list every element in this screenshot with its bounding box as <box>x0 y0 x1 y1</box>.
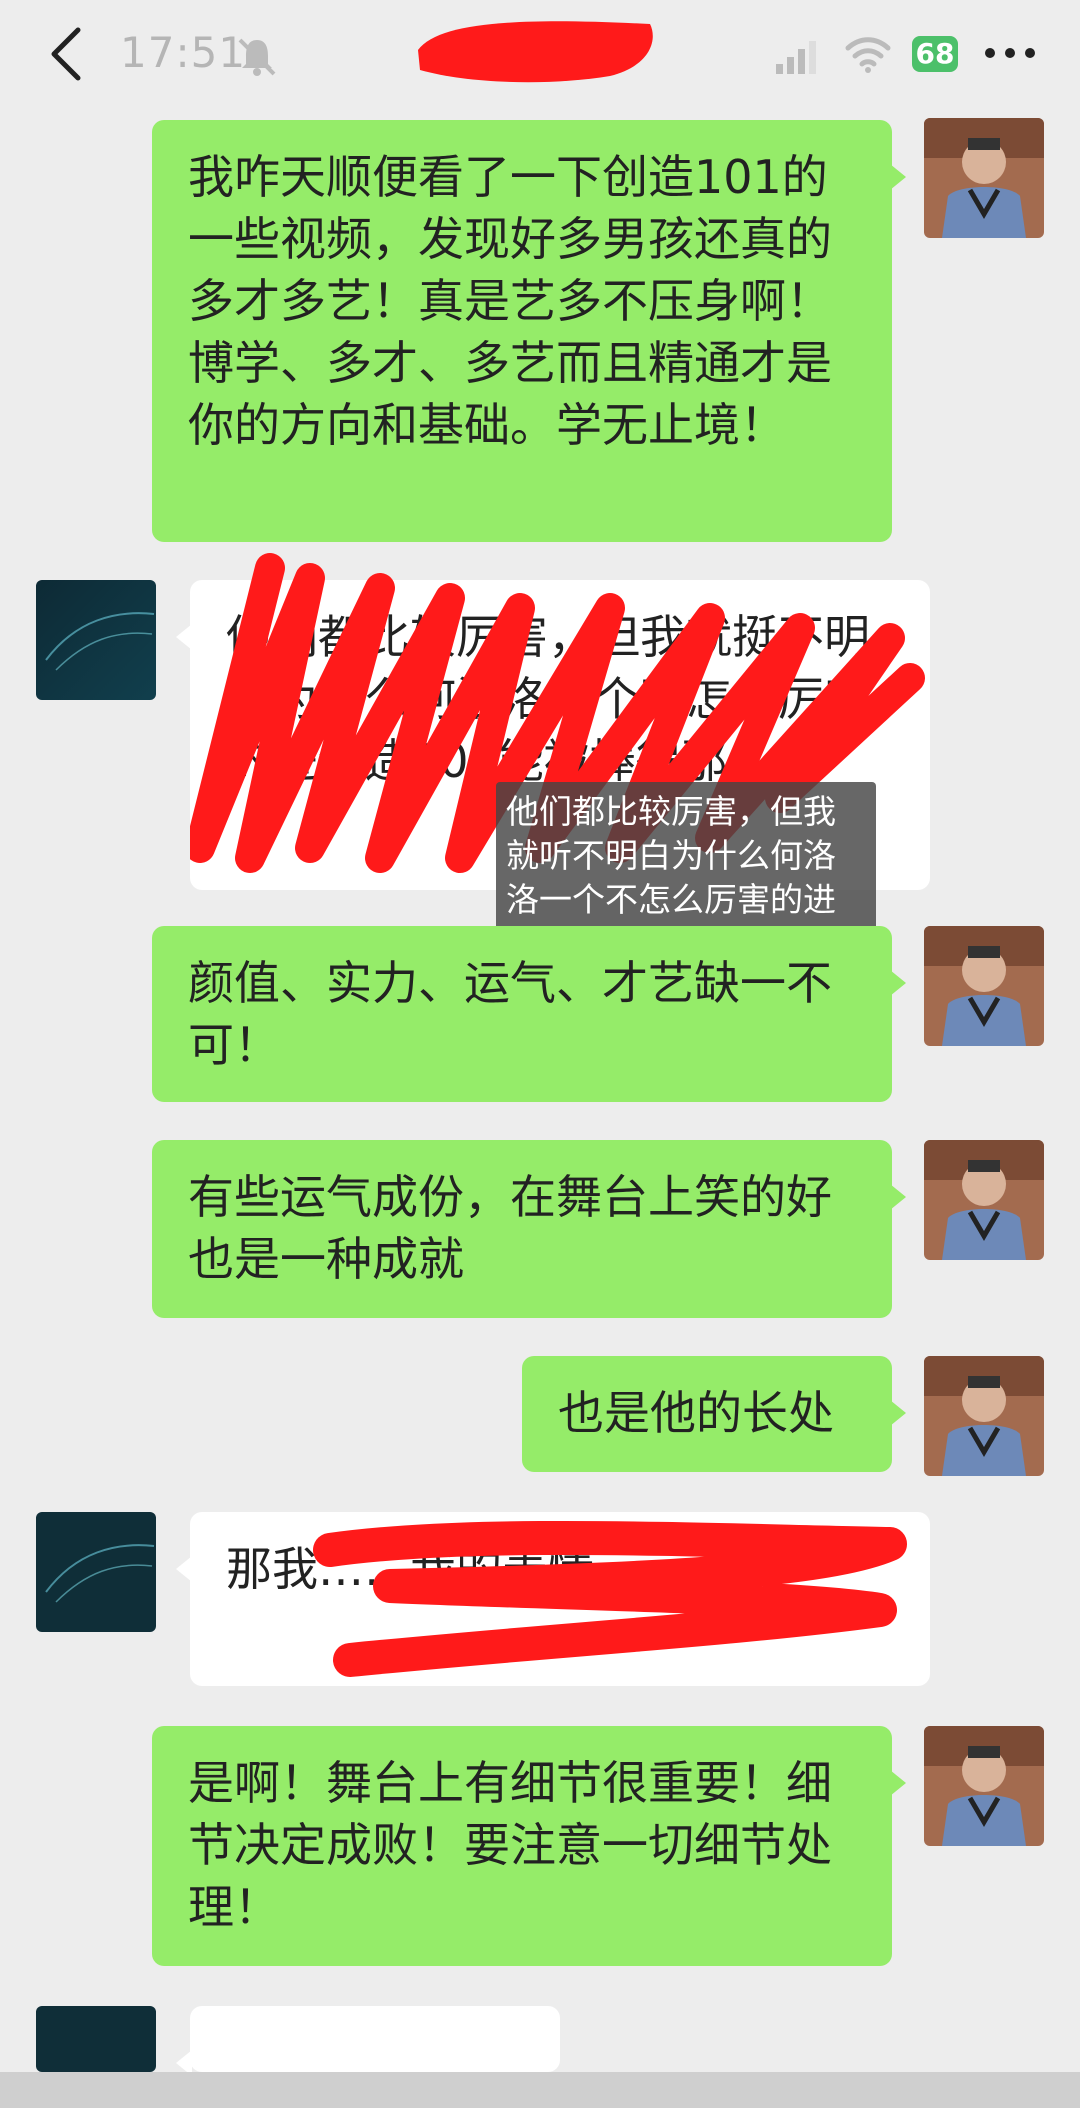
contact-avatar[interactable] <box>36 1512 156 1632</box>
message-bubble-sent[interactable]: 也是他的长处 <box>522 1356 906 1472</box>
top-bar: 17:51 68 <box>0 0 1080 110</box>
mute-icon <box>238 38 276 76</box>
message-bubble-received[interactable]: 那我……我的表情…… <box>176 1512 930 1686</box>
back-icon[interactable] <box>44 26 88 82</box>
battery-indicator: 68 <box>912 36 958 72</box>
my-avatar[interactable] <box>924 1726 1044 1846</box>
my-avatar[interactable] <box>924 926 1044 1046</box>
message-bubble-sent[interactable]: 有些运气成份，在舞台上笑的好也是一种成就 <box>152 1140 906 1318</box>
my-avatar[interactable] <box>924 118 1044 238</box>
my-avatar[interactable] <box>924 1140 1044 1260</box>
contact-avatar[interactable] <box>36 2006 156 2072</box>
message-bubble-sent[interactable]: 颜值、实力、运气、才艺缺一不可！ <box>152 926 906 1102</box>
contact-name-redaction <box>418 21 653 83</box>
more-icon[interactable] <box>982 38 1038 68</box>
message-bubble-sent[interactable]: 是啊！舞台上有细节很重要！细节决定成败！要注意一切细节处理！ <box>152 1726 906 1966</box>
input-bar[interactable] <box>0 2072 1080 2108</box>
message-bubble-received-partial[interactable] <box>176 2006 560 2076</box>
contact-avatar[interactable] <box>36 580 156 700</box>
wifi-icon <box>845 37 891 73</box>
signal-icon <box>776 41 816 74</box>
message-bubble-sent[interactable]: 我咋天顺便看了一下创造101的一些视频，发现好多男孩还真的多才多艺！真是艺多不压… <box>152 120 906 542</box>
my-avatar[interactable] <box>924 1356 1044 1476</box>
status-time: 17:51 <box>120 28 247 77</box>
